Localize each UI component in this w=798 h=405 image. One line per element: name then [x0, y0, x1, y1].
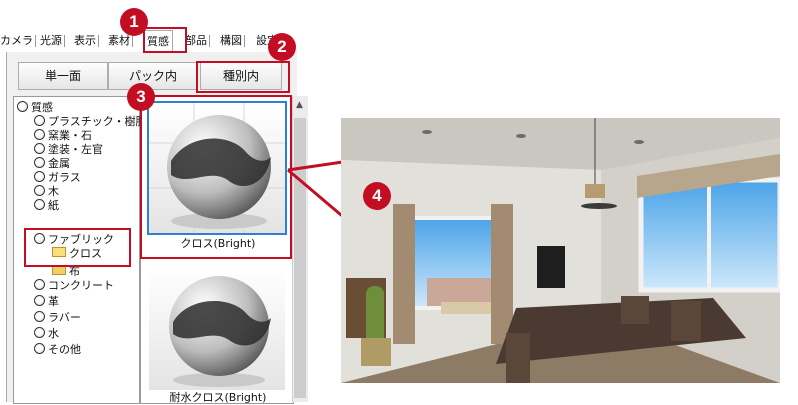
callout-badge-1: 1 [120, 8, 148, 36]
radio-icon [34, 115, 45, 126]
single-face-button[interactable]: 単一面 [18, 62, 108, 90]
callout-badge-4: 4 [363, 182, 391, 210]
room-render-image: 4 [341, 118, 780, 383]
room-render [341, 118, 780, 383]
preview-thumbnail-waterproof-cloth[interactable] [149, 268, 285, 390]
preview-label: 耐水クロス(Bright) [169, 391, 267, 404]
tab-light[interactable]: 光源 [40, 32, 65, 50]
radio-icon [34, 143, 45, 154]
radio-icon [34, 279, 45, 290]
scroll-up-arrow-icon[interactable]: ▲ [296, 100, 303, 110]
pack-button[interactable]: パック内 [108, 62, 198, 90]
tree-item[interactable]: 木 [34, 185, 59, 199]
tree-item[interactable]: 水 [34, 327, 59, 341]
radio-icon [34, 311, 45, 322]
tree-item[interactable]: 窯業・石 [34, 129, 92, 143]
radio-icon [34, 199, 45, 210]
radio-icon [34, 343, 45, 354]
callout-badge-3: 3 [127, 83, 155, 111]
tab-parts[interactable]: 部品 [185, 32, 210, 50]
radio-icon [17, 101, 28, 112]
callout-badge-2: 2 [268, 33, 296, 61]
tab-composition[interactable]: 構図 [220, 32, 245, 50]
highlight-tree-fabric [24, 228, 131, 267]
tree-item-fabric-cloth[interactable]: 布 [52, 265, 80, 279]
radio-icon [34, 129, 45, 140]
radio-icon [34, 157, 45, 168]
tree-item[interactable]: その他 [34, 343, 81, 357]
radio-icon [34, 185, 45, 196]
tree-item[interactable]: 革 [34, 295, 59, 309]
tree-item[interactable]: ラバー [34, 311, 81, 325]
highlight-tab-texture [143, 27, 187, 53]
tree-root[interactable]: 質感 [17, 101, 53, 115]
tree-item[interactable]: コンクリート [34, 279, 114, 293]
tab-camera[interactable]: カメラ [0, 32, 36, 50]
tree-item[interactable]: ガラス [34, 171, 81, 185]
tree-item[interactable]: 紙 [34, 199, 59, 213]
sphere-swirl-icon [169, 276, 271, 387]
radio-icon [34, 327, 45, 338]
tree-item[interactable]: 金属 [34, 157, 70, 171]
tab-material[interactable]: 素材 [108, 32, 133, 50]
highlight-category-button [196, 61, 290, 93]
tree-item[interactable]: プラスチック・樹脂 [34, 115, 147, 129]
highlight-preview [140, 95, 292, 259]
radio-icon [34, 171, 45, 182]
radio-icon [34, 295, 45, 306]
tree-item[interactable]: 塗装・左官 [34, 143, 103, 157]
tab-display[interactable]: 表示 [74, 32, 99, 50]
